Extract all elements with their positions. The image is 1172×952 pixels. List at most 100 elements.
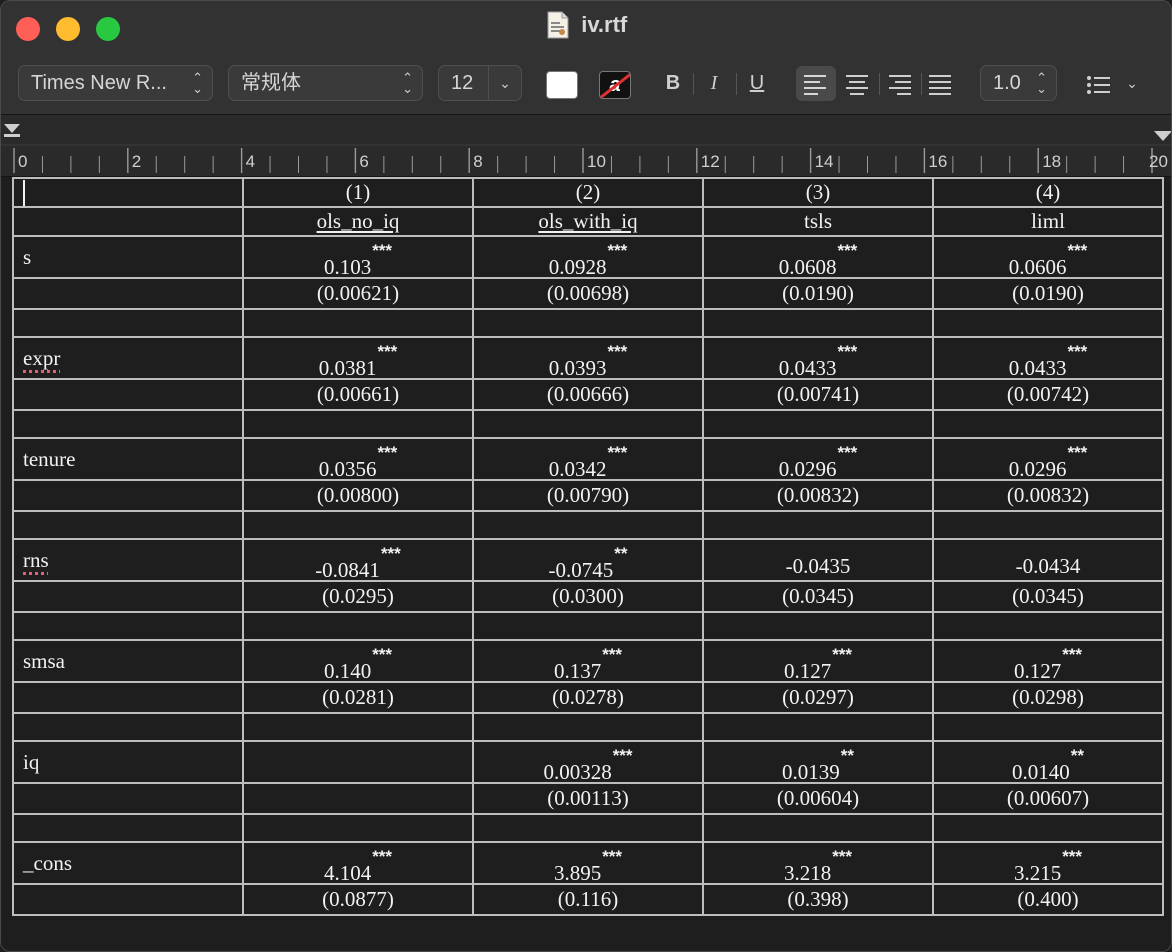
std-error-cell[interactable]: (0.00800) xyxy=(242,479,474,513)
coefficient-cell[interactable]: 0.0393*** xyxy=(472,336,704,381)
column-name-cell[interactable]: liml xyxy=(932,206,1164,238)
empty-cell[interactable] xyxy=(932,712,1164,743)
column-number-cell[interactable]: (1) xyxy=(242,176,474,209)
empty-cell[interactable] xyxy=(12,510,244,541)
std-error-cell[interactable]: (0.400) xyxy=(932,883,1164,917)
ruler[interactable]: 0 2 4 6 8 10 12 14 16 18 20 xyxy=(1,115,1172,177)
left-indent-marker-icon[interactable] xyxy=(4,124,20,137)
std-error-cell[interactable]: (0.00661) xyxy=(242,378,474,412)
std-error-cell[interactable]: (0.00790) xyxy=(472,479,704,513)
font-style-select[interactable]: 常规体 ⌃ ⌄ xyxy=(228,65,423,101)
align-center-icon[interactable] xyxy=(845,73,869,95)
std-error-cell[interactable]: (0.0281) xyxy=(242,681,474,715)
std-error-cell[interactable]: (0.0190) xyxy=(932,277,1164,311)
coefficient-cell[interactable]: 0.0342*** xyxy=(472,437,704,482)
coefficient-cell[interactable]: 0.0356*** xyxy=(242,437,474,482)
column-name-cell[interactable]: tsls xyxy=(702,206,934,238)
coefficient-cell[interactable]: -0.0745** xyxy=(472,538,704,583)
std-error-cell[interactable]: (0.0298) xyxy=(932,681,1164,715)
empty-cell[interactable] xyxy=(472,813,704,844)
table-cell[interactable] xyxy=(12,580,244,614)
std-error-cell[interactable]: (0.398) xyxy=(702,883,934,917)
std-error-cell[interactable]: (0.0345) xyxy=(932,580,1164,614)
table-cell[interactable] xyxy=(12,378,244,412)
variable-cell[interactable]: rns xyxy=(12,538,244,583)
std-error-cell[interactable]: (0.00666) xyxy=(472,378,704,412)
empty-cell[interactable] xyxy=(472,712,704,743)
coefficient-cell[interactable]: -0.0434 xyxy=(932,538,1164,583)
table-cell[interactable] xyxy=(12,782,244,816)
document-body[interactable]: (1) (2) (3) (4) ols_no_iq ols_with_iq tsls liml… xyxy=(1,176,1171,951)
std-error-cell[interactable]: (0.00607) xyxy=(932,782,1164,816)
empty-cell[interactable] xyxy=(702,611,934,642)
column-name-cell[interactable]: ols_no_iq xyxy=(242,206,474,238)
table-cell[interactable] xyxy=(12,883,244,917)
std-error-cell[interactable]: (0.00742) xyxy=(932,378,1164,412)
empty-cell[interactable] xyxy=(242,712,474,743)
empty-cell[interactable] xyxy=(932,409,1164,440)
empty-cell[interactable] xyxy=(472,409,704,440)
std-error-cell[interactable]: (0.0278) xyxy=(472,681,704,715)
coefficient-cell[interactable]: 0.0608*** xyxy=(702,235,934,280)
text-color-well[interactable] xyxy=(546,71,578,99)
std-error-cell[interactable] xyxy=(242,782,474,816)
coefficient-cell[interactable]: 4.104*** xyxy=(242,841,474,886)
empty-cell[interactable] xyxy=(12,308,244,339)
coefficient-cell[interactable]: 0.0928*** xyxy=(472,235,704,280)
std-error-cell[interactable]: (0.0190) xyxy=(702,277,934,311)
empty-cell[interactable] xyxy=(702,409,934,440)
std-error-cell[interactable]: (0.0297) xyxy=(702,681,934,715)
empty-cell[interactable] xyxy=(932,611,1164,642)
empty-cell[interactable] xyxy=(12,409,244,440)
right-indent-marker-icon[interactable] xyxy=(1154,131,1172,141)
coefficient-cell[interactable]: 0.0139** xyxy=(702,740,934,785)
justify-icon[interactable] xyxy=(929,73,953,95)
variable-cell[interactable]: s xyxy=(12,235,244,280)
coefficient-cell[interactable]: 3.895*** xyxy=(472,841,704,886)
align-right-icon[interactable] xyxy=(887,73,911,95)
column-number-cell[interactable]: (2) xyxy=(472,176,704,209)
empty-cell[interactable] xyxy=(242,308,474,339)
coefficient-cell[interactable]: 0.127*** xyxy=(702,639,934,684)
empty-cell[interactable] xyxy=(702,712,934,743)
coefficient-cell[interactable]: 3.218*** xyxy=(702,841,934,886)
bold-button[interactable]: B xyxy=(658,65,688,101)
empty-cell[interactable] xyxy=(702,813,934,844)
empty-cell[interactable] xyxy=(242,510,474,541)
coefficient-cell[interactable]: 0.127*** xyxy=(932,639,1164,684)
std-error-cell[interactable]: (0.00113) xyxy=(472,782,704,816)
font-size-combo[interactable]: 12 ⌄ xyxy=(438,65,522,101)
table-cell[interactable] xyxy=(12,479,244,513)
std-error-cell[interactable]: (0.00604) xyxy=(702,782,934,816)
chevron-down-icon[interactable]: ⌄ xyxy=(1123,65,1141,101)
coefficient-cell[interactable]: 3.215*** xyxy=(932,841,1164,886)
coefficient-cell[interactable] xyxy=(242,740,474,785)
std-error-cell[interactable]: (0.0300) xyxy=(472,580,704,614)
std-error-cell[interactable]: (0.0295) xyxy=(242,580,474,614)
variable-cell[interactable]: smsa xyxy=(12,639,244,684)
coefficient-cell[interactable]: 0.0296*** xyxy=(702,437,934,482)
empty-cell[interactable] xyxy=(12,611,244,642)
coefficient-cell[interactable]: 0.0606*** xyxy=(932,235,1164,280)
std-error-cell[interactable]: (0.0345) xyxy=(702,580,934,614)
table-cell[interactable] xyxy=(12,176,244,209)
std-error-cell[interactable]: (0.0877) xyxy=(242,883,474,917)
align-left-icon[interactable] xyxy=(804,73,828,95)
underline-button[interactable]: U xyxy=(742,65,772,101)
coefficient-cell[interactable]: -0.0841*** xyxy=(242,538,474,583)
empty-cell[interactable] xyxy=(472,611,704,642)
line-spacing-select[interactable]: 1.0 ⌃ ⌄ xyxy=(980,65,1057,101)
coefficient-cell[interactable]: -0.0435 xyxy=(702,538,934,583)
font-family-select[interactable]: Times New R... ⌃ ⌄ xyxy=(18,65,213,101)
variable-cell[interactable]: tenure xyxy=(12,437,244,482)
empty-cell[interactable] xyxy=(932,813,1164,844)
empty-cell[interactable] xyxy=(932,510,1164,541)
coefficient-cell[interactable]: 0.00328*** xyxy=(472,740,704,785)
empty-cell[interactable] xyxy=(242,409,474,440)
coefficient-cell[interactable]: 0.0433*** xyxy=(702,336,934,381)
std-error-cell[interactable]: (0.00698) xyxy=(472,277,704,311)
coefficient-cell[interactable]: 0.0140** xyxy=(932,740,1164,785)
empty-cell[interactable] xyxy=(702,308,934,339)
coefficient-cell[interactable]: 0.0296*** xyxy=(932,437,1164,482)
empty-cell[interactable] xyxy=(242,813,474,844)
